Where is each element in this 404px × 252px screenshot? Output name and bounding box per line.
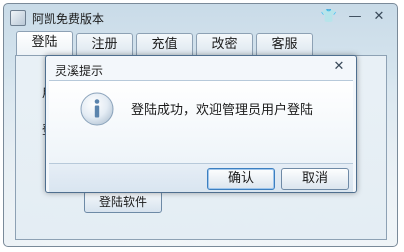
tab-customer-service[interactable]: 客服	[256, 33, 313, 55]
ok-button[interactable]: 确认	[207, 168, 275, 190]
dialog-title: 灵溪提示	[55, 64, 104, 78]
dialog-close-icon[interactable]: ✕	[332, 59, 346, 75]
message-dialog: 灵溪提示 ✕ 登陆成功，欢迎管理员用户登陆 确认 取消	[45, 55, 357, 193]
info-icon	[80, 92, 114, 126]
close-button[interactable]: ✕	[369, 8, 389, 26]
login-software-button[interactable]: 登陆软件	[84, 191, 162, 213]
app-icon	[10, 10, 26, 26]
dialog-footer: 确认 取消	[49, 163, 353, 192]
minimize-button[interactable]: —	[345, 8, 365, 26]
dialog-message: 登陆成功，欢迎管理员用户登陆	[131, 103, 314, 118]
tab-register[interactable]: 注册	[76, 33, 133, 55]
tab-login[interactable]: 登陆	[16, 31, 73, 55]
window-title: 阿凯免费版本	[32, 12, 105, 26]
tab-change-password[interactable]: 改密	[196, 33, 253, 55]
skin-shirt-icon[interactable]: 👕	[319, 8, 339, 26]
tab-recharge[interactable]: 充值	[136, 33, 193, 55]
cancel-button[interactable]: 取消	[281, 168, 349, 190]
dialog-body: 登陆成功，欢迎管理员用户登陆	[49, 80, 353, 163]
